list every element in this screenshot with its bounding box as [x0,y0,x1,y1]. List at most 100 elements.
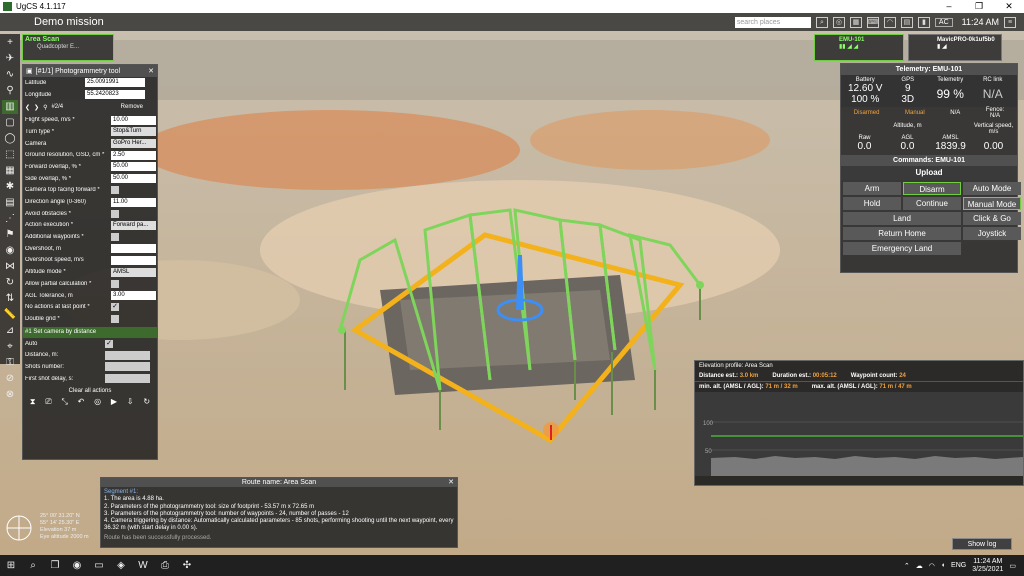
arm-button[interactable]: Arm [843,182,901,195]
param-checkbox[interactable] [111,233,119,242]
battery-icon[interactable]: ▮ [917,16,930,28]
drop-icon[interactable]: ⇩ [127,397,134,407]
longitude-field[interactable]: 55.2420823 [85,90,145,100]
cancel-icon[interactable]: ⊗ [2,388,18,402]
windows-start-icon[interactable]: ⊞ [0,560,22,571]
joystick-button[interactable]: Joystick [963,227,1021,240]
land-button[interactable]: Land [843,212,961,225]
photogrammetry-icon[interactable]: ▥ [2,100,18,114]
volume-icon[interactable]: ◖ [941,562,945,569]
split-icon[interactable]: ⋈ [2,260,18,274]
vertical-icon[interactable]: ⇅ [2,292,18,306]
action-param-input[interactable] [105,362,150,372]
globe-icon[interactable]: ◎ [832,16,845,28]
cloud-icon[interactable]: ☁ [916,562,923,570]
param-input[interactable]: 11.00 [111,197,156,207]
param-input[interactable]: 2.50 [111,150,156,160]
target-icon[interactable]: ⌖ [2,340,18,354]
headset-icon[interactable]: ◠ [883,16,896,28]
close-icon[interactable]: ✕ [448,478,454,486]
timer-icon[interactable]: ⧗ [30,397,36,407]
next-icon[interactable]: ❯ [34,104,39,111]
notification-icon[interactable]: ▭ [1009,562,1016,570]
hold-button[interactable]: Hold [843,197,901,210]
path-icon[interactable]: ∿ [2,68,18,82]
chrome-icon[interactable]: ◉ [66,560,88,571]
plus-icon[interactable]: + [2,36,18,50]
search-icon[interactable]: ⌕ [27,560,39,571]
auto-mode-button[interactable]: Auto Mode [963,182,1021,195]
ac-badge[interactable]: AC [934,17,953,27]
disarm-button[interactable]: Disarm [903,182,961,195]
video-icon[interactable]: ▶ [111,397,117,407]
param-input[interactable]: 3.00 [111,291,156,301]
param-dropdown[interactable]: GoPro Her... [111,139,156,149]
action-param-input[interactable] [105,374,150,384]
photo-icon[interactable]: ◎ [94,397,101,407]
search-input[interactable]: search places [734,16,811,28]
param-checkbox[interactable] [111,314,119,323]
action-param-checkbox[interactable]: ✓ [105,339,113,348]
prev-icon[interactable]: ❮ [25,104,30,111]
click-go-button[interactable]: Click & Go [963,212,1021,225]
param-input[interactable]: 50.00 [111,174,156,184]
param-dropdown[interactable]: Stop&Turn [111,127,156,137]
manual-mode-button[interactable]: Manual Mode [963,197,1021,210]
compass[interactable] [4,508,34,548]
rotate-icon[interactable]: ↻ [2,276,18,290]
close-icon[interactable]: ✕ [994,1,1024,12]
param-input[interactable] [111,255,156,265]
lock-icon[interactable]: ⚿ [2,356,18,370]
upload-button[interactable]: Upload [841,166,1017,180]
flag-icon[interactable]: ⚑ [2,228,18,242]
continue-button[interactable]: Continue [903,197,961,210]
param-input[interactable] [111,244,156,254]
search-icon[interactable]: ⌕ [815,16,828,28]
circle-icon[interactable]: ◯ [2,132,18,146]
app-icon[interactable]: ◈ [110,560,132,571]
layers-icon[interactable]: ▦ [849,16,862,28]
show-log-button[interactable]: Show log [952,538,1012,550]
plane-icon[interactable]: ✈ [2,52,18,66]
param-checkbox[interactable] [111,279,119,288]
language[interactable]: ENG [951,562,966,569]
minimize-icon[interactable]: – [934,1,964,12]
maximize-icon[interactable]: ❐ [964,1,994,12]
param-dropdown[interactable]: AMSL [111,267,156,277]
chevron-up-icon[interactable]: ⌃ [904,562,910,570]
param-checkbox[interactable] [111,186,119,195]
ugcs-icon[interactable]: ✣ [176,560,198,571]
sim-icon[interactable]: ▤ [900,16,913,28]
star-icon[interactable]: ✱ [2,180,18,194]
corridor-icon[interactable]: ⋰ [2,212,18,226]
word-icon[interactable]: W [132,560,154,571]
drone-card-emu[interactable]: EMU-101 ▮▮ ◢ ◢ [814,34,904,61]
remove-button[interactable]: Remove [121,104,143,110]
repeat-icon[interactable]: ↻ [143,397,150,407]
camera-icon[interactable]: ⎚ [45,397,51,407]
facade-icon[interactable]: ▤ [2,196,18,210]
wifi-icon[interactable]: ◠ [929,562,935,570]
mission-title[interactable]: Demo mission [34,16,104,28]
gimbal-icon[interactable]: ⤡ [61,397,67,407]
action-param-input[interactable] [105,350,150,360]
keyboard-icon[interactable]: ⌨ [866,16,879,28]
param-checkbox[interactable]: ✓ [111,303,119,312]
action-section[interactable]: #1 Set camera by distance [23,326,157,338]
return-home-button[interactable]: Return Home [843,227,961,240]
area-icon[interactable]: ▢ [2,116,18,130]
measure-icon[interactable]: ⊿ [2,324,18,338]
param-input[interactable]: 10.00 [111,115,156,125]
pdf-icon[interactable]: ⎙ [154,560,176,571]
ruler-icon[interactable]: 📏 [2,308,18,322]
close-icon[interactable]: ✕ [148,67,157,75]
task-view-icon[interactable]: ❐ [44,560,66,571]
no-fly-icon[interactable]: ⊘ [2,372,18,386]
explorer-icon[interactable]: ▭ [88,560,110,571]
yaw-icon[interactable]: ↶ [78,397,85,407]
pin-icon[interactable]: ▣ [26,67,33,75]
menu-icon[interactable]: ≡ [1004,16,1016,28]
route-card[interactable]: Area Scan Quadcopter E... [22,34,114,61]
param-dropdown[interactable]: Forward pa... [111,220,156,230]
drone-card-mavic[interactable]: MavicPRO-0k1uf5b0 ▮ ◢ [908,34,1002,61]
